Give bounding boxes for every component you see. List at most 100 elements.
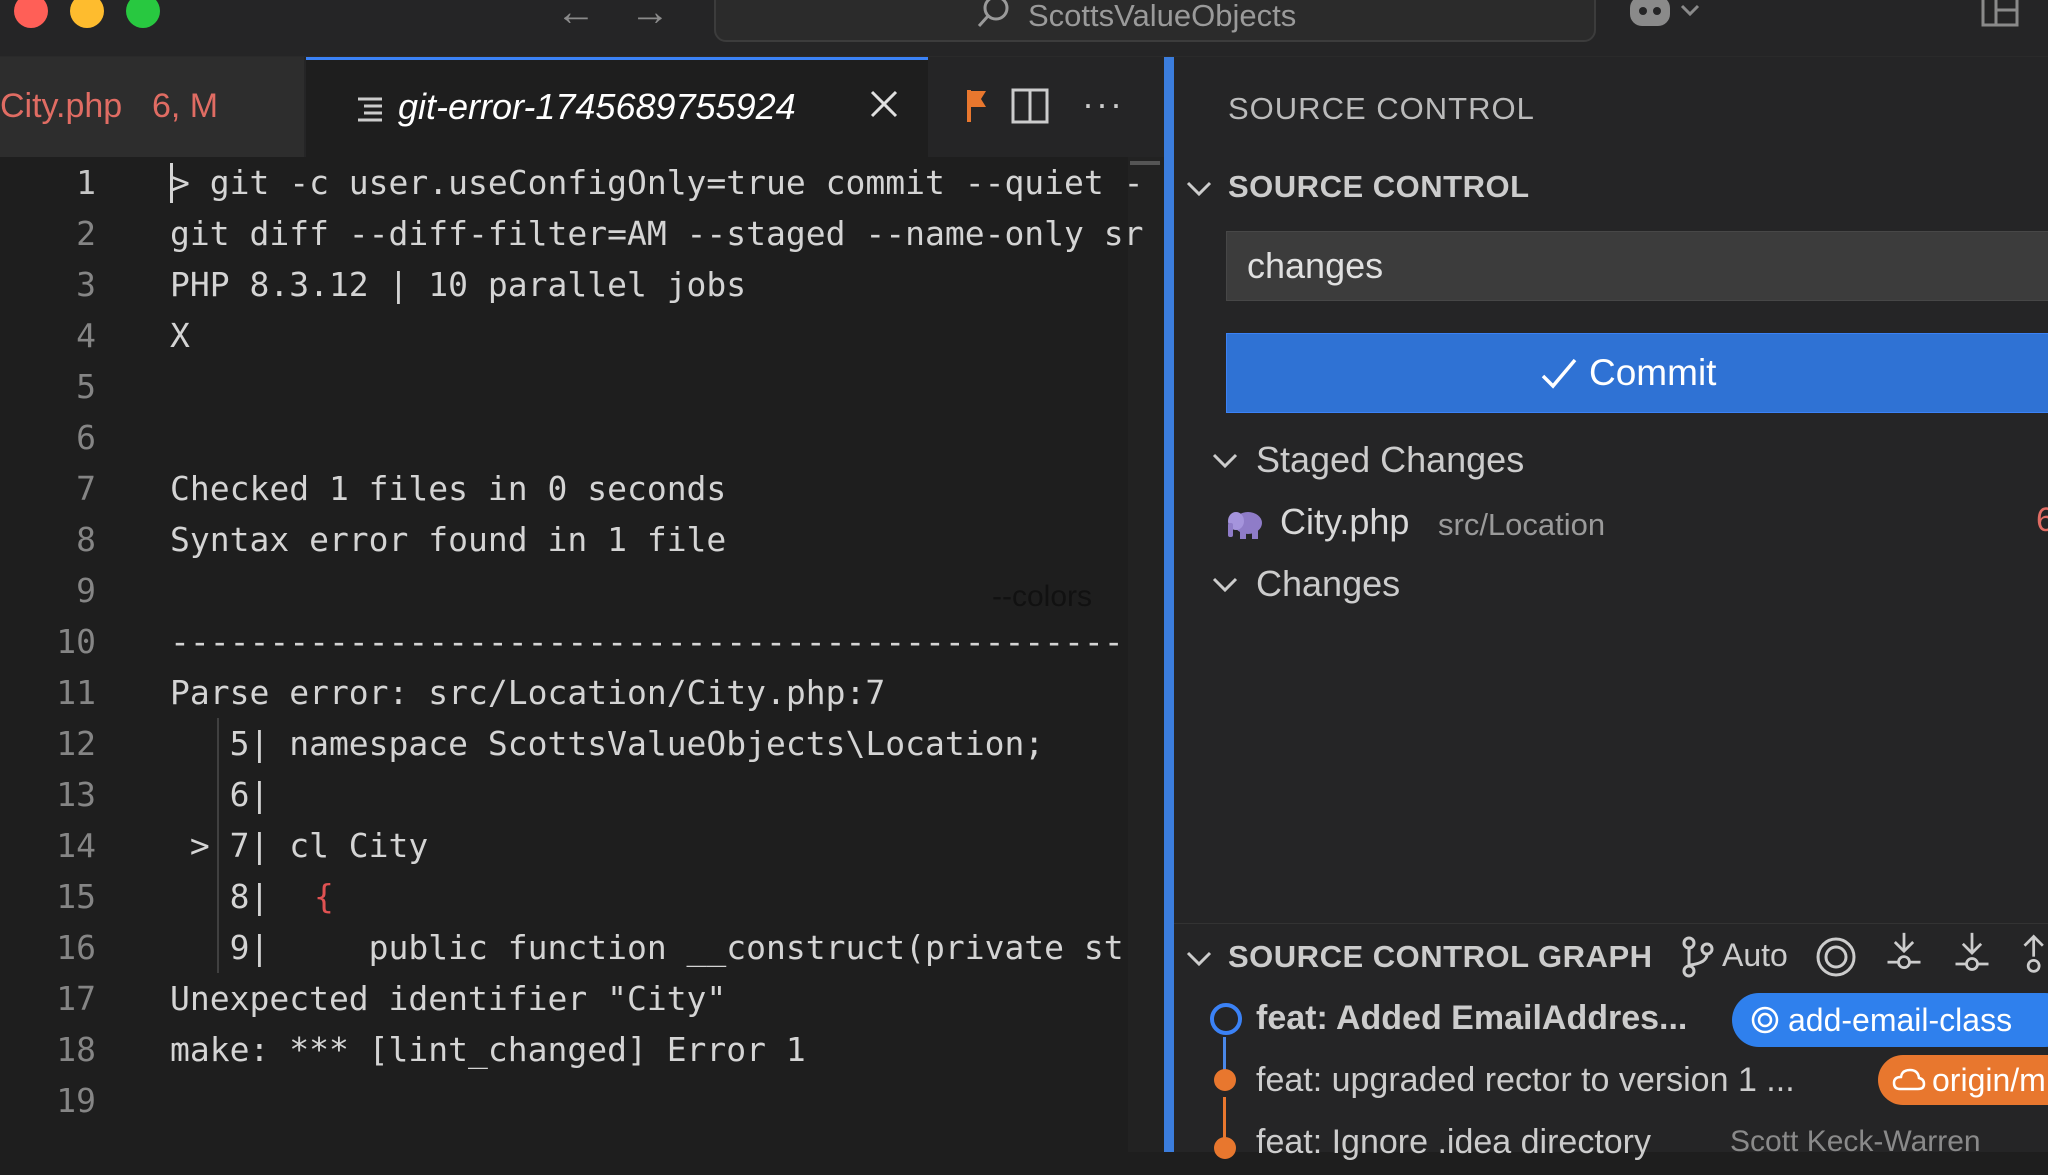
- staged-file-badge: 6: [2036, 501, 2048, 539]
- maximize-window-button[interactable]: [126, 0, 160, 28]
- code-line[interactable]: 4 X: [0, 310, 1164, 361]
- editor-tab-bar: City.php 6, M git-error-1745689755924 ··…: [0, 57, 1164, 157]
- code-line[interactable]: 1 > git -c user.useConfigOnly=true commi…: [0, 157, 1164, 208]
- code-line[interactable]: 13 6|: [0, 769, 1164, 820]
- code-text: Checked 1 files in 0 seconds: [170, 469, 727, 508]
- layout-icon[interactable]: [1980, 0, 2020, 28]
- sash-divider[interactable]: [1164, 57, 1174, 1152]
- line-number: 11: [56, 673, 96, 712]
- commit-message: feat: Added EmailAddres...: [1256, 999, 1688, 1037]
- colors-tooltip: --colors: [992, 580, 1093, 613]
- open-brace: {: [314, 877, 334, 916]
- target-icon[interactable]: [1814, 935, 1858, 979]
- remote-branch-badge-label: origin/m: [1932, 1062, 2046, 1098]
- code-line[interactable]: 16 9| public function __construct(privat…: [0, 922, 1164, 973]
- source-control-sidebar: SOURCE CONTROL SOURCE CONTROL changes Co…: [1174, 57, 2048, 1161]
- git-branch-icon[interactable]: [1680, 935, 1716, 979]
- line-number: 13: [56, 775, 96, 814]
- tab-git-error[interactable]: git-error-1745689755924: [306, 57, 928, 157]
- close-window-button[interactable]: [14, 0, 48, 28]
- code-line[interactable]: 6: [0, 412, 1164, 463]
- commit-button-label: Commit: [1589, 352, 1717, 393]
- commit-message: feat: upgraded rector to version 1 ...: [1256, 1061, 1795, 1099]
- code-text: X: [170, 316, 190, 355]
- code-line[interactable]: 10 -------------------------------------…: [0, 616, 1164, 667]
- line-number: 6: [76, 418, 96, 457]
- command-center[interactable]: ScottsValueObjects: [714, 0, 1596, 42]
- code-line[interactable]: 3 PHP 8.3.12 | 10 parallel jobs: [0, 259, 1164, 310]
- tab-city-php[interactable]: City.php 6, M: [0, 57, 304, 157]
- chevron-down-icon[interactable]: [1210, 569, 1240, 599]
- line-number: 5: [76, 367, 96, 406]
- graph-divider: [1174, 923, 2048, 924]
- code-line[interactable]: 8 Syntax error found in 1 file: [0, 514, 1164, 565]
- commit-author: Scott Keck-Warren: [1730, 1125, 1981, 1158]
- text-cursor: [170, 163, 173, 203]
- problems-badge: 6, M: [152, 87, 219, 125]
- more-actions-icon[interactable]: ···: [1082, 83, 1124, 125]
- code-line[interactable]: 17 Unexpected identifier "City": [0, 973, 1164, 1024]
- code-text: > git -c user.useConfigOnly=true commit …: [170, 163, 1144, 202]
- source-control-graph-header[interactable]: SOURCE CONTROL GRAPH: [1228, 939, 1653, 975]
- chevron-down-icon[interactable]: [1210, 445, 1240, 475]
- close-icon[interactable]: [866, 86, 902, 122]
- code-line[interactable]: 9: [0, 565, 1164, 616]
- line-number: 4: [76, 316, 96, 355]
- code-text: 9| public function __construct(private s…: [170, 928, 1124, 967]
- branch-badge[interactable]: add-email-class: [1732, 993, 2048, 1047]
- changes-group[interactable]: Changes: [1256, 563, 1400, 605]
- staged-changes-group[interactable]: Staged Changes: [1256, 439, 1524, 481]
- code-line[interactable]: 14 > 7| cl City: [0, 820, 1164, 871]
- editor[interactable]: 1 > git -c user.useConfigOnly=true commi…: [0, 157, 1164, 1152]
- minimize-window-button[interactable]: [70, 0, 104, 28]
- source-control-section-header[interactable]: SOURCE CONTROL: [1228, 169, 1530, 205]
- code-text: 5| namespace ScottsValueObjects\Location…: [170, 724, 1045, 763]
- commit-node: [1214, 1137, 1236, 1159]
- code-text: Parse error: src/Location/City.php:7: [170, 673, 886, 712]
- commit-button[interactable]: Commit: [1226, 333, 2048, 413]
- line-number: 19: [56, 1081, 96, 1120]
- sidebar-title: SOURCE CONTROL: [1228, 91, 1535, 126]
- fetch-icon[interactable]: [1882, 931, 1926, 975]
- graph-auto-label[interactable]: Auto: [1722, 937, 1788, 974]
- cloud-icon: [1892, 1068, 1926, 1091]
- code-line[interactable]: 15 8| {: [0, 871, 1164, 922]
- line-number: 17: [56, 979, 96, 1018]
- code-text: make: *** [lint_changed] Error 1: [170, 1030, 806, 1069]
- forward-arrow-icon[interactable]: →: [630, 0, 670, 35]
- chevron-down-icon[interactable]: [1184, 943, 1214, 973]
- push-icon[interactable]: [2012, 931, 2048, 975]
- text-file-icon: [358, 97, 382, 122]
- target-icon: [1751, 1006, 1779, 1034]
- chevron-down-icon[interactable]: [1184, 173, 1214, 203]
- code-line[interactable]: 7 Checked 1 files in 0 seconds: [0, 463, 1164, 514]
- code-line[interactable]: 18 make: *** [lint_changed] Error 1: [0, 1024, 1164, 1075]
- remote-branch-badge[interactable]: origin/m: [1878, 1055, 2048, 1105]
- code-text: 8|: [170, 877, 290, 916]
- line-number: 16: [56, 928, 96, 967]
- code-line[interactable]: 11 Parse error: src/Location/City.php:7: [0, 667, 1164, 718]
- back-arrow-icon[interactable]: ←: [556, 0, 596, 35]
- line-number: 9: [76, 571, 96, 610]
- tab-label: City.php: [0, 87, 123, 125]
- code-line[interactable]: 2 git diff --diff-filter=AM --staged --n…: [0, 208, 1164, 259]
- copilot-icon[interactable]: [1626, 0, 1706, 32]
- code-text: Unexpected identifier "City": [170, 979, 727, 1018]
- commit-message: feat: Ignore .idea directory: [1256, 1123, 1652, 1161]
- commit-message-input[interactable]: changes: [1226, 231, 2048, 301]
- php-elephant-icon: [1228, 512, 1262, 539]
- copilot-flag-icon[interactable]: [964, 87, 990, 125]
- line-number: 14: [56, 826, 96, 865]
- code-text: ----------------------------------------…: [170, 622, 1124, 661]
- split-editor-icon[interactable]: [1010, 87, 1050, 125]
- code-line[interactable]: 19: [0, 1075, 1164, 1126]
- code-text: 6|: [170, 775, 270, 814]
- branch-badge-label: add-email-class: [1788, 1002, 2013, 1038]
- code-line[interactable]: 5: [0, 361, 1164, 412]
- line-number: 12: [56, 724, 96, 763]
- line-number: 18: [56, 1030, 96, 1069]
- code-text: git diff --diff-filter=AM --staged --nam…: [170, 214, 1144, 253]
- staged-file-name: City.php: [1280, 501, 1410, 542]
- pull-icon[interactable]: [1950, 931, 1994, 975]
- code-line[interactable]: 12 5| namespace ScottsValueObjects\Locat…: [0, 718, 1164, 769]
